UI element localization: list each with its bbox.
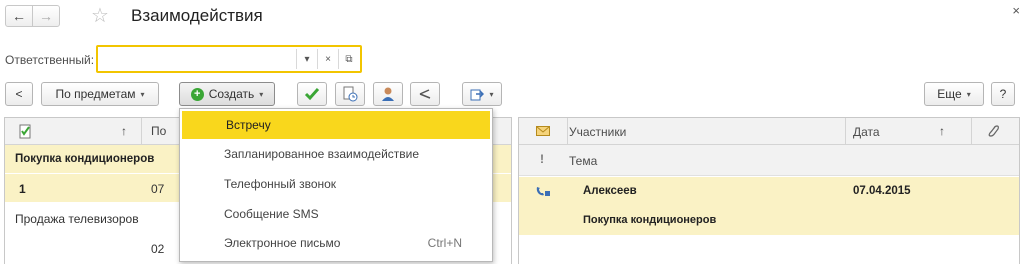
export-icon xyxy=(470,89,485,101)
importance-icon: ! xyxy=(540,152,544,166)
chevron-left-icon: < xyxy=(15,87,23,101)
interaction-topic: Покупка кондиционеров xyxy=(583,214,717,226)
interaction-date: 07.04.2015 xyxy=(853,185,911,197)
paperclip-icon[interactable] xyxy=(987,124,999,138)
subheader-row: ! Тема xyxy=(519,145,1019,176)
column-header-date[interactable]: Дата xyxy=(853,125,880,139)
clipboard-check-icon xyxy=(19,124,31,139)
plus-circle-icon: + xyxy=(190,87,204,101)
document-clock-icon xyxy=(343,86,358,102)
page-title: Взаимодействия xyxy=(131,6,263,25)
reviewed-icon xyxy=(419,89,431,99)
by-subject-button[interactable]: По предметам ▾ xyxy=(41,82,159,106)
menu-item-email[interactable]: Электронное письмо Ctrl+N xyxy=(180,229,492,257)
caret-down-icon: ▾ xyxy=(259,89,264,99)
row-number: 1 xyxy=(19,182,26,196)
employee-button[interactable] xyxy=(373,82,403,106)
arrow-right-icon: → xyxy=(39,8,53,24)
envelope-icon xyxy=(536,126,550,136)
column-header-participants[interactable]: Участники xyxy=(569,125,626,139)
phone-call-icon xyxy=(536,187,550,196)
interactions-table[interactable]: Участники Дата ↑ ! Тема Алексеев 07.04.2… xyxy=(518,117,1020,264)
forward-button[interactable]: → xyxy=(32,5,60,27)
caret-down-icon: ▾ xyxy=(966,89,971,99)
table-row[interactable]: Алексеев 07.04.2015 Покупка кондиционеро… xyxy=(519,177,1019,235)
sort-ascending-icon[interactable]: ↑ xyxy=(939,124,945,138)
menu-item-phone-call[interactable]: Телефонный звонок xyxy=(180,170,492,198)
menu-item-label: Встречу xyxy=(226,118,271,132)
column-header-topic[interactable]: Тема xyxy=(569,154,597,168)
chevron-down-icon[interactable]: ▾ xyxy=(296,49,317,69)
row-date-partial: 02 xyxy=(151,242,165,256)
person-icon xyxy=(382,87,394,101)
close-icon[interactable]: × xyxy=(1012,3,1020,18)
column-divider xyxy=(845,118,846,144)
column-divider xyxy=(971,118,972,144)
responsible-input[interactable] xyxy=(100,50,296,68)
create-button[interactable]: + Создать ▾ xyxy=(179,82,275,106)
subject-name: Продажа телевизоров xyxy=(15,212,139,226)
menu-item-meeting[interactable]: Встречу xyxy=(182,111,490,139)
column-divider xyxy=(567,118,568,144)
menu-item-sms[interactable]: Сообщение SMS xyxy=(180,200,492,228)
clear-icon[interactable]: × xyxy=(317,49,338,69)
responsible-field[interactable]: ▾ × ⧉ xyxy=(96,45,362,73)
open-icon[interactable]: ⧉ xyxy=(338,49,359,69)
checkmark-icon xyxy=(304,88,320,101)
create-menu: Встречу Запланированное взаимодействие Т… xyxy=(179,108,493,262)
responsible-label: Ответственный: xyxy=(5,53,95,67)
row-date-partial: 07 xyxy=(151,182,165,196)
arrow-left-icon: ← xyxy=(12,8,26,24)
more-button[interactable]: Еще ▾ xyxy=(924,82,984,106)
collapse-button[interactable]: < xyxy=(5,82,33,106)
document-clock-button[interactable] xyxy=(335,82,365,106)
subject-name: Покупка кондиционеров xyxy=(15,153,155,165)
star-icon[interactable]: ☆ xyxy=(91,3,109,28)
caret-down-icon: ▾ xyxy=(489,89,494,99)
column-header-partial[interactable]: По xyxy=(151,124,166,138)
interactions-table-header: Участники Дата ↑ xyxy=(519,118,1019,145)
caret-down-icon: ▾ xyxy=(140,89,145,99)
sort-ascending-icon[interactable]: ↑ xyxy=(121,124,127,138)
review-button[interactable] xyxy=(410,82,440,106)
create-label: Создать xyxy=(208,87,255,101)
menu-item-label: Телефонный звонок xyxy=(224,177,337,191)
menu-item-label: Электронное письмо xyxy=(224,236,341,250)
help-button[interactable]: ? xyxy=(991,82,1015,106)
menu-item-planned-interaction[interactable]: Запланированное взаимодействие xyxy=(180,140,492,168)
menu-item-label: Сообщение SMS xyxy=(224,207,319,221)
participant-name: Алексеев xyxy=(583,185,637,197)
export-button[interactable]: ▾ xyxy=(462,82,502,106)
menu-item-shortcut: Ctrl+N xyxy=(427,236,462,250)
help-label: ? xyxy=(999,87,1007,101)
column-divider xyxy=(141,118,142,144)
by-subject-label: По предметам xyxy=(55,87,136,101)
more-label: Еще xyxy=(937,87,962,101)
mark-done-button[interactable] xyxy=(297,82,327,106)
menu-item-label: Запланированное взаимодействие xyxy=(224,147,420,161)
back-button[interactable]: ← xyxy=(5,5,33,27)
